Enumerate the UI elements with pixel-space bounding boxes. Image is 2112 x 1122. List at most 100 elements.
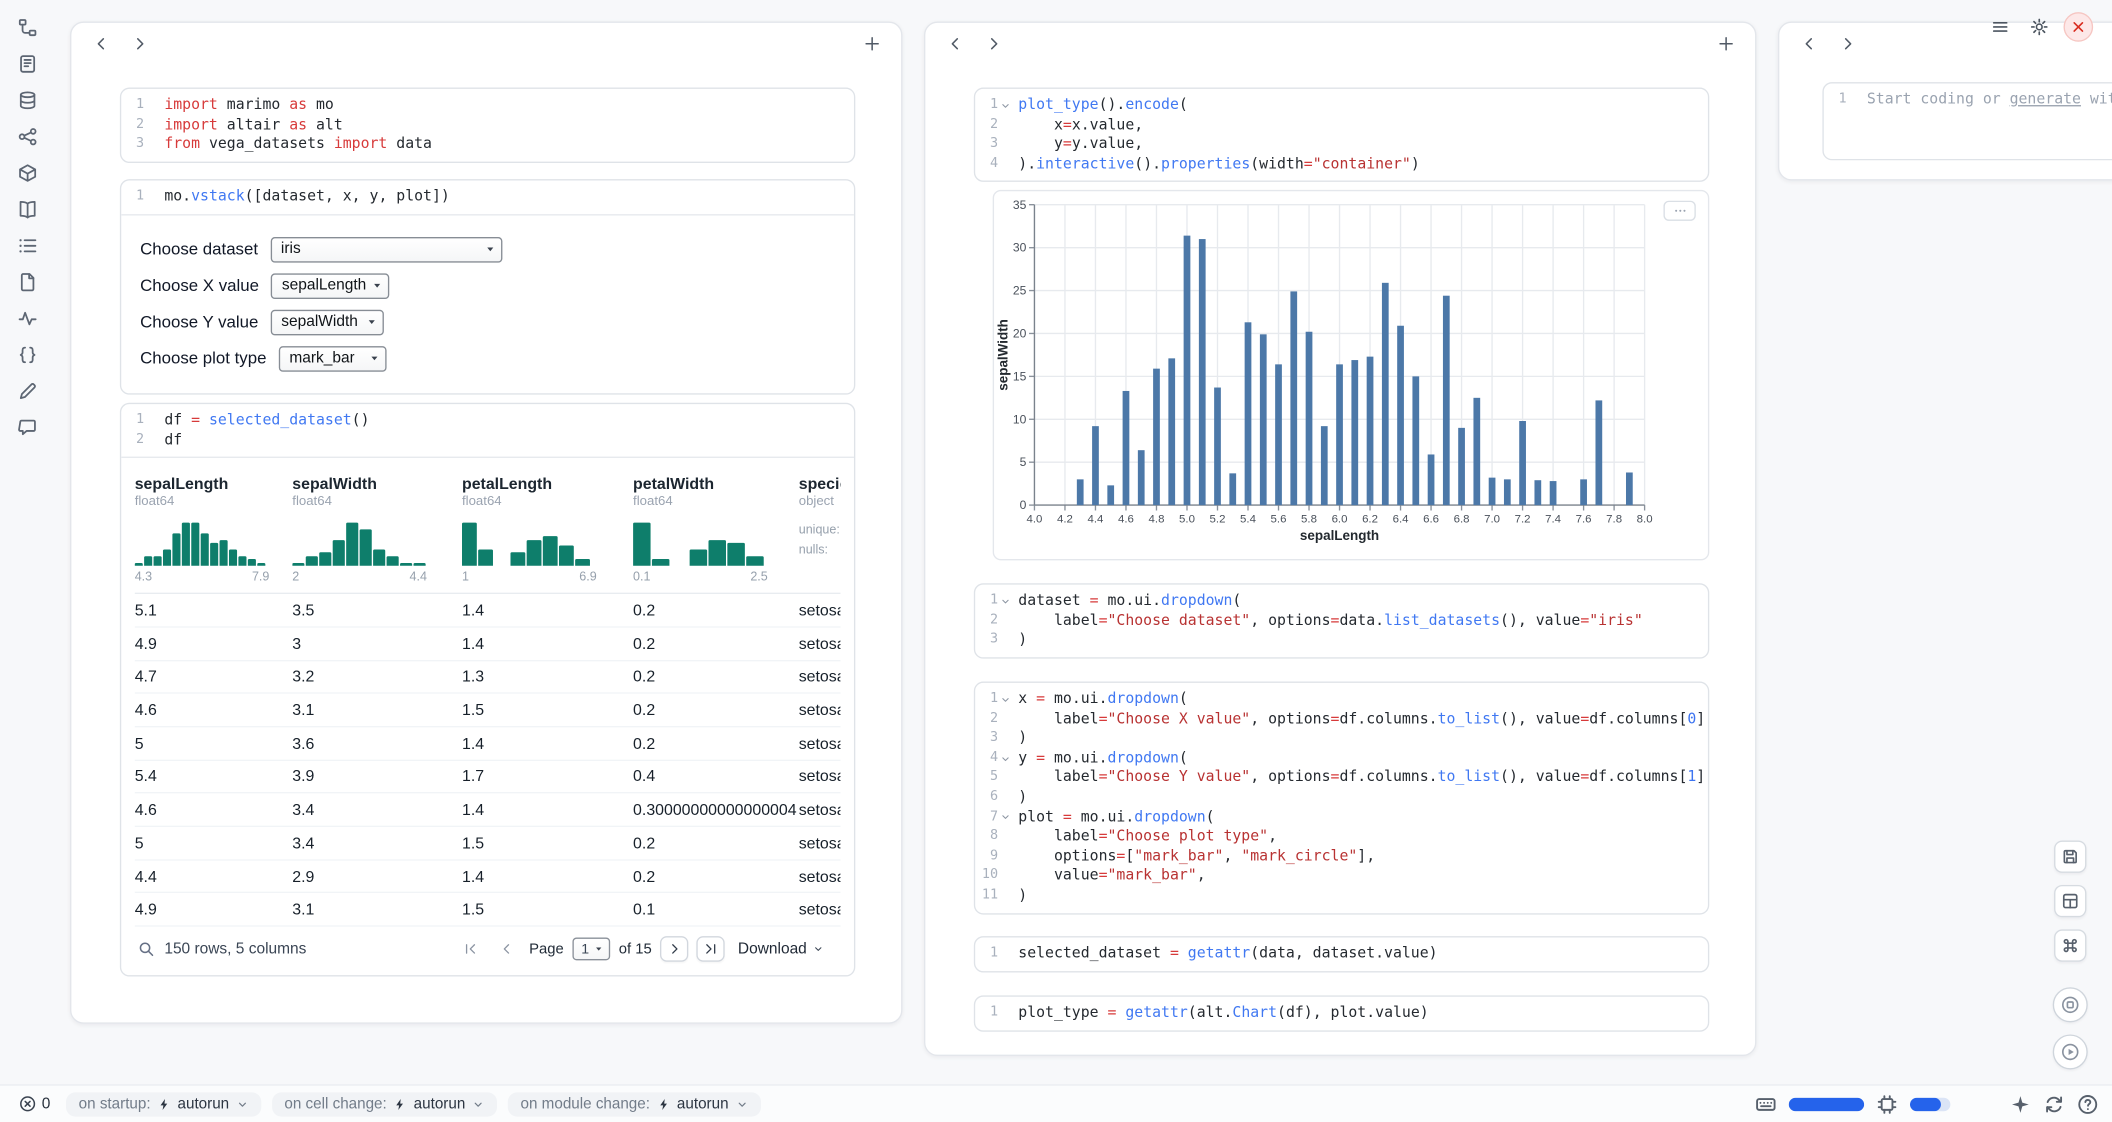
column-header-sepalLength[interactable]: sepalLengthfloat64: [135, 474, 293, 509]
pen-panel-button[interactable]: [9, 377, 44, 404]
dataset-dropdown[interactable]: iris: [270, 237, 502, 263]
generate-link[interactable]: generate: [2010, 90, 2081, 108]
activity-panel-button[interactable]: [9, 304, 44, 331]
page-select[interactable]: 1: [572, 938, 611, 961]
braces-panel-button[interactable]: [9, 341, 44, 368]
add-cell-button[interactable]: [858, 30, 885, 57]
notebook-panel-button[interactable]: [9, 50, 44, 77]
layout-select-button[interactable]: [2054, 885, 2086, 917]
code-line[interactable]: 1selected_dataset = getattr(data, datase…: [978, 944, 1697, 964]
fold-marker-icon[interactable]: [999, 752, 1011, 764]
database-panel-button[interactable]: [9, 86, 44, 113]
code-line[interactable]: 1x = mo.ui.dropdown(: [978, 690, 1697, 710]
code-line[interactable]: 1df = selected_dataset(): [124, 411, 843, 431]
shutdown-button[interactable]: [2064, 12, 2094, 42]
code-line[interactable]: 8 label="Choose plot type",: [978, 827, 1697, 847]
chat-panel-button[interactable]: [9, 414, 44, 441]
code-line[interactable]: 6): [978, 788, 1697, 808]
last-page-button[interactable]: [696, 936, 724, 962]
plot-type-dropdown[interactable]: mark_bar: [279, 346, 387, 372]
fold-marker-icon[interactable]: [999, 693, 1011, 705]
code-line[interactable]: 1mo.vstack([dataset, x, y, plot]): [124, 187, 843, 207]
fold-marker-icon[interactable]: [999, 811, 1011, 823]
altair-chart-output[interactable]: 4.04.24.44.64.85.05.25.45.65.86.06.26.46…: [993, 190, 1710, 560]
ai-assistant-button[interactable]: [2010, 1093, 2032, 1115]
code-line[interactable]: 1import marimo as mo: [124, 96, 843, 116]
chevron-right-icon[interactable]: [125, 30, 152, 57]
code-line[interactable]: 3): [978, 729, 1697, 749]
on-module-change-chip[interactable]: on module change:autorun: [508, 1092, 760, 1116]
code-line[interactable]: 3): [978, 631, 1697, 651]
on-startup-chip[interactable]: on startup:autorun: [67, 1092, 262, 1116]
interrupt-button[interactable]: [2053, 987, 2088, 1022]
cpu-icon[interactable]: [1876, 1093, 1898, 1115]
fold-marker-icon[interactable]: [999, 595, 1011, 607]
code-line[interactable]: 1dataset = mo.ui.dropdown(: [978, 591, 1697, 611]
column-header-species[interactable]: speciesobject: [799, 474, 841, 509]
code-cell-xy-plot-dropdowns[interactable]: 1x = mo.ui.dropdown(2 label="Choose X va…: [974, 682, 1709, 914]
file-tree-panel-button[interactable]: [9, 13, 44, 40]
code-line[interactable]: 1 Start coding or generate with AI: [1826, 90, 2112, 110]
save-button[interactable]: [2054, 840, 2086, 872]
run-all-button[interactable]: [2053, 1034, 2088, 1069]
code-line[interactable]: 2 label="Choose dataset", options=data.l…: [978, 611, 1697, 631]
code-line[interactable]: 4).interactive().properties(width="conta…: [978, 155, 1697, 175]
code-cell-dataframe[interactable]: 1df = selected_dataset()2df sepalLengthf…: [120, 403, 855, 977]
code-line[interactable]: 3from vega_datasets import data: [124, 135, 843, 155]
keyboard-icon[interactable]: [1755, 1093, 1777, 1115]
network-panel-button[interactable]: [9, 123, 44, 150]
first-page-button[interactable]: [456, 936, 484, 962]
chevron-left-icon[interactable]: [942, 30, 969, 57]
column-header-petalLength[interactable]: petalLengthfloat64: [462, 474, 633, 509]
document-panel-button[interactable]: [9, 268, 44, 295]
code-cell-imports[interactable]: 1import marimo as mo2import altair as al…: [120, 88, 855, 163]
fold-marker-icon[interactable]: [999, 99, 1011, 111]
settings-button[interactable]: [2024, 12, 2054, 42]
code-line[interactable]: 11): [978, 886, 1697, 906]
x-value-dropdown[interactable]: sepalLength: [271, 273, 390, 299]
next-page-button[interactable]: [660, 936, 688, 962]
errors-indicator[interactable]: 0: [13, 1092, 55, 1115]
code-line[interactable]: 7plot = mo.ui.dropdown(: [978, 808, 1697, 828]
bar-chart[interactable]: 4.04.24.44.64.85.05.25.45.65.86.06.26.46…: [994, 191, 1711, 561]
code-cell-plot-type[interactable]: 1plot_type = getattr(alt.Chart(df), plot…: [974, 995, 1709, 1031]
chevron-left-icon[interactable]: [1795, 30, 1822, 57]
code-cell-dataset-dropdown[interactable]: 1dataset = mo.ui.dropdown(2 label="Choos…: [974, 583, 1709, 658]
search-icon[interactable]: [137, 940, 155, 958]
previous-page-button[interactable]: [493, 936, 521, 962]
chevron-right-icon[interactable]: [979, 30, 1006, 57]
keyboard-shortcuts-button[interactable]: [2054, 929, 2086, 961]
code-line[interactable]: 1plot_type = getattr(alt.Chart(df), plot…: [978, 1003, 1697, 1023]
code-cell-plot[interactable]: 1plot_type().encode(2 x=x.value,3 y=y.va…: [974, 88, 1709, 183]
code-line[interactable]: 2import altair as alt: [124, 115, 843, 135]
code-cell-vstack[interactable]: 1mo.vstack([dataset, x, y, plot]) Choose…: [120, 179, 855, 394]
chevron-right-icon[interactable]: [1833, 30, 1860, 57]
on-cell-change-chip[interactable]: on cell change:autorun: [272, 1092, 497, 1116]
help-button[interactable]: [2077, 1093, 2099, 1115]
code-cell-selected-dataset[interactable]: 1selected_dataset = getattr(data, datase…: [974, 936, 1709, 972]
chevron-left-icon[interactable]: [88, 30, 115, 57]
table-row: 4.73.21.30.2setosa: [135, 661, 841, 694]
list-panel-button[interactable]: [9, 232, 44, 259]
sync-button[interactable]: [2043, 1093, 2065, 1115]
code-line[interactable]: 10 value="mark_bar",: [978, 867, 1697, 887]
book-panel-button[interactable]: [9, 195, 44, 222]
download-button[interactable]: Download: [738, 941, 824, 957]
code-line[interactable]: 1plot_type().encode(: [978, 96, 1697, 116]
code-line[interactable]: 2 x=x.value,: [978, 115, 1697, 135]
column-header-petalWidth[interactable]: petalWidthfloat64: [633, 474, 799, 509]
code-line[interactable]: 2df: [124, 430, 843, 450]
code-line[interactable]: 3 y=y.value,: [978, 135, 1697, 155]
code-line[interactable]: 9 options=["mark_bar", "mark_circle"],: [978, 847, 1697, 867]
package-panel-button[interactable]: [9, 159, 44, 186]
y-value-dropdown[interactable]: sepalWidth: [270, 309, 383, 335]
dropdown-label: Choose dataset: [140, 240, 258, 259]
code-line[interactable]: 5 label="Choose Y value", options=df.col…: [978, 768, 1697, 788]
empty-code-cell[interactable]: 1 Start coding or generate with AI: [1822, 82, 2112, 160]
column-header-sepalWidth[interactable]: sepalWidthfloat64: [292, 474, 462, 509]
notebook-menu-button[interactable]: [1985, 12, 2015, 42]
chart-actions-button[interactable]: [1663, 201, 1695, 221]
add-cell-button[interactable]: [1712, 30, 1739, 57]
code-line[interactable]: 2 label="Choose X value", options=df.col…: [978, 709, 1697, 729]
code-line[interactable]: 4y = mo.ui.dropdown(: [978, 749, 1697, 769]
